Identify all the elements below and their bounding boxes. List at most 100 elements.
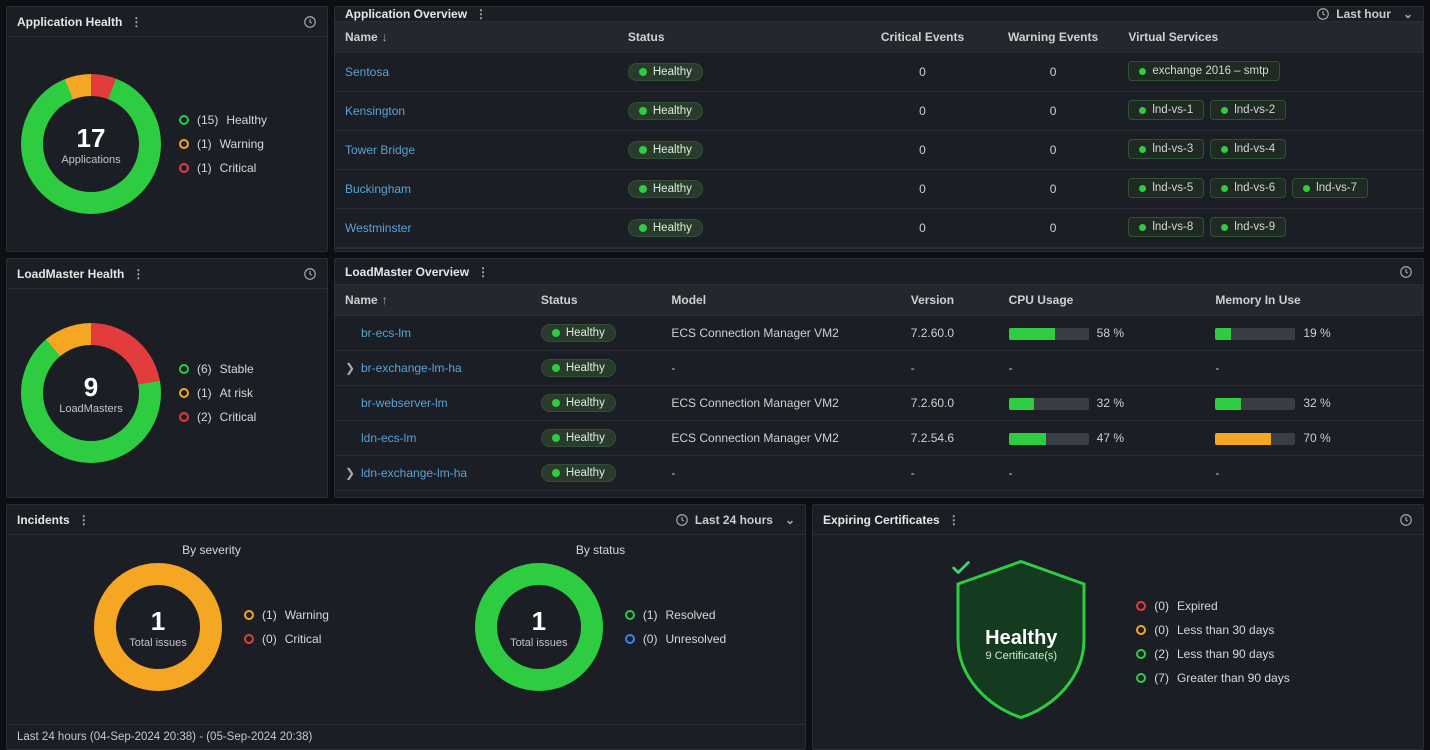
donut-app-health: 17 Applications: [21, 74, 161, 214]
legend-label: Warning: [285, 608, 329, 622]
table-row[interactable]: WestminsterHealthy00lnd-vs-8lnd-vs-9: [335, 209, 1423, 248]
panel-title: Application Health: [17, 15, 122, 29]
col-status[interactable]: Status: [531, 285, 662, 316]
table-row[interactable]: ❯ldn-exchange-lm-haHealthy----: [335, 456, 1423, 491]
legend-item[interactable]: (2)Less than 90 days: [1136, 647, 1289, 661]
usage-pct: 47 %: [1097, 431, 1137, 445]
table-row[interactable]: br-ecs-lmHealthyECS Connection Manager V…: [335, 316, 1423, 351]
lm-link[interactable]: ldn-exchange-lm-ha: [361, 466, 467, 480]
usage-pct: 70 %: [1303, 431, 1343, 445]
version-cell: 7.2.48.9: [901, 491, 999, 497]
shield-sub: 9 Certificate(s): [986, 650, 1058, 662]
table-row[interactable]: Tower BridgeHealthy00lnd-vs-3lnd-vs-4: [335, 131, 1423, 170]
col-name[interactable]: Name↓: [335, 22, 618, 53]
legend-item[interactable]: (1)At risk: [179, 386, 256, 400]
version-cell: -: [901, 351, 999, 386]
kebab-menu[interactable]: ⋮: [477, 265, 489, 279]
col-version[interactable]: Version: [901, 285, 999, 316]
status-dot-icon: [639, 68, 647, 76]
usage-bar: [1009, 433, 1089, 445]
lm-link[interactable]: br-exchange-lm-ha: [361, 361, 462, 375]
app-link[interactable]: Buckingham: [345, 182, 411, 196]
col-model[interactable]: Model: [661, 285, 900, 316]
time-range-picker[interactable]: Last hour ⌄: [1316, 7, 1413, 21]
col-name[interactable]: Name↑: [335, 285, 531, 316]
vs-badge[interactable]: lnd-vs-2: [1210, 100, 1286, 120]
legend-item[interactable]: (1)Critical: [179, 161, 267, 175]
table-row[interactable]: BuckinghamHealthy00lnd-vs-5lnd-vs-6lnd-v…: [335, 170, 1423, 209]
usage-bar: [1215, 328, 1295, 340]
vs-badge[interactable]: lnd-vs-3: [1128, 139, 1204, 159]
app-link[interactable]: Kensington: [345, 104, 405, 118]
legend-item[interactable]: (6)Stable: [179, 362, 256, 376]
table-row[interactable]: ❯br-exchange-lm-haHealthy----: [335, 351, 1423, 386]
table-row[interactable]: KensingtonHealthy00lnd-vs-1lnd-vs-2: [335, 92, 1423, 131]
app-link[interactable]: Tower Bridge: [345, 143, 415, 157]
col-status[interactable]: Status: [618, 22, 857, 53]
vs-badge[interactable]: lnd-vs-5: [1128, 178, 1204, 198]
status-dot-icon: [552, 399, 560, 407]
legend-label: Critical: [285, 632, 322, 646]
status-pill: Healthy: [628, 102, 703, 120]
legend-item[interactable]: (1) Warning: [244, 608, 329, 622]
status-dot-icon: [552, 329, 560, 337]
legend-item[interactable]: (2)Critical: [179, 410, 256, 424]
col-warning[interactable]: Warning Events: [988, 22, 1119, 53]
vs-badge[interactable]: exchange 2016 – smtp: [1128, 61, 1279, 81]
lm-link[interactable]: ldn-ecs-lm: [361, 431, 416, 445]
table-row[interactable]: ldn-ecs-lmHealthyECS Connection Manager …: [335, 421, 1423, 456]
time-range-picker[interactable]: Last 24 hours ⌄: [675, 513, 795, 527]
vs-badge[interactable]: lnd-vs-4: [1210, 139, 1286, 159]
expand-toggle[interactable]: ❯: [345, 361, 355, 375]
clock-icon: [303, 267, 317, 281]
status-dot-icon: [1136, 601, 1146, 611]
legend-item[interactable]: (0)Expired: [1136, 599, 1289, 613]
vs-badge[interactable]: lnd-vs-7: [1292, 178, 1368, 198]
legend-item[interactable]: (15)Healthy: [179, 113, 267, 127]
legend-item[interactable]: (1)Warning: [179, 137, 267, 151]
table-row[interactable]: SentosaHealthy00exchange 2016 – smtp: [335, 53, 1423, 92]
panel-title: LoadMaster Health: [17, 267, 124, 281]
legend-item[interactable]: (0)Less than 30 days: [1136, 623, 1289, 637]
usage-pct: 32 %: [1097, 396, 1137, 410]
expand-toggle[interactable]: ❯: [345, 466, 355, 480]
vs-badge[interactable]: lnd-vs-1: [1128, 100, 1204, 120]
vs-badge[interactable]: lnd-vs-9: [1210, 217, 1286, 237]
legend-count: (0): [643, 632, 658, 646]
status-dot-icon: [1221, 146, 1228, 153]
kebab-menu[interactable]: ⋮: [475, 7, 487, 21]
col-mem[interactable]: Memory In Use: [1205, 285, 1423, 316]
status-pill: Healthy: [541, 429, 616, 447]
clock-icon: [675, 513, 689, 527]
table-row[interactable]: br-webserver-lmHealthyECS Connection Man…: [335, 386, 1423, 421]
kebab-menu[interactable]: ⋮: [132, 267, 144, 281]
lm-link[interactable]: br-ecs-lm: [361, 326, 411, 340]
kebab-menu[interactable]: ⋮: [130, 15, 142, 29]
col-critical[interactable]: Critical Events: [857, 22, 988, 53]
status-dot-icon: [639, 224, 647, 232]
usage-cell: -: [1205, 351, 1423, 386]
col-cpu[interactable]: CPU Usage: [999, 285, 1206, 316]
panel-title: Application Overview: [345, 7, 467, 21]
legend-label: Resolved: [665, 608, 715, 622]
status-dot-icon: [639, 185, 647, 193]
lm-link[interactable]: br-webserver-lm: [361, 396, 448, 410]
vs-badge[interactable]: lnd-vs-8: [1128, 217, 1204, 237]
app-link[interactable]: Westminster: [345, 221, 411, 235]
legend-count: (1): [262, 608, 277, 622]
legend-item[interactable]: (7)Greater than 90 days: [1136, 671, 1289, 685]
kebab-menu[interactable]: ⋮: [78, 513, 90, 527]
legend-app-health: (15)Healthy (1)Warning (1)Critical: [179, 113, 267, 175]
legend-item[interactable]: (1) Resolved: [625, 608, 726, 622]
time-range-label: Last 24 hours: [695, 513, 773, 527]
vs-badge[interactable]: lnd-vs-6: [1210, 178, 1286, 198]
app-link[interactable]: Sentosa: [345, 65, 389, 79]
legend-count: (1): [643, 608, 658, 622]
col-vs[interactable]: Virtual Services: [1118, 22, 1423, 53]
table-lm-overview: Name↑ Status Model Version CPU Usage Mem…: [335, 285, 1423, 497]
table-row[interactable]: ldn-webserver-lmHealthyECS Connection Ma…: [335, 491, 1423, 497]
legend-item[interactable]: (0)Critical: [244, 632, 329, 646]
legend-item[interactable]: (0)Unresolved: [625, 632, 726, 646]
kebab-menu[interactable]: ⋮: [948, 513, 960, 527]
legend-label: Critical: [220, 161, 257, 175]
